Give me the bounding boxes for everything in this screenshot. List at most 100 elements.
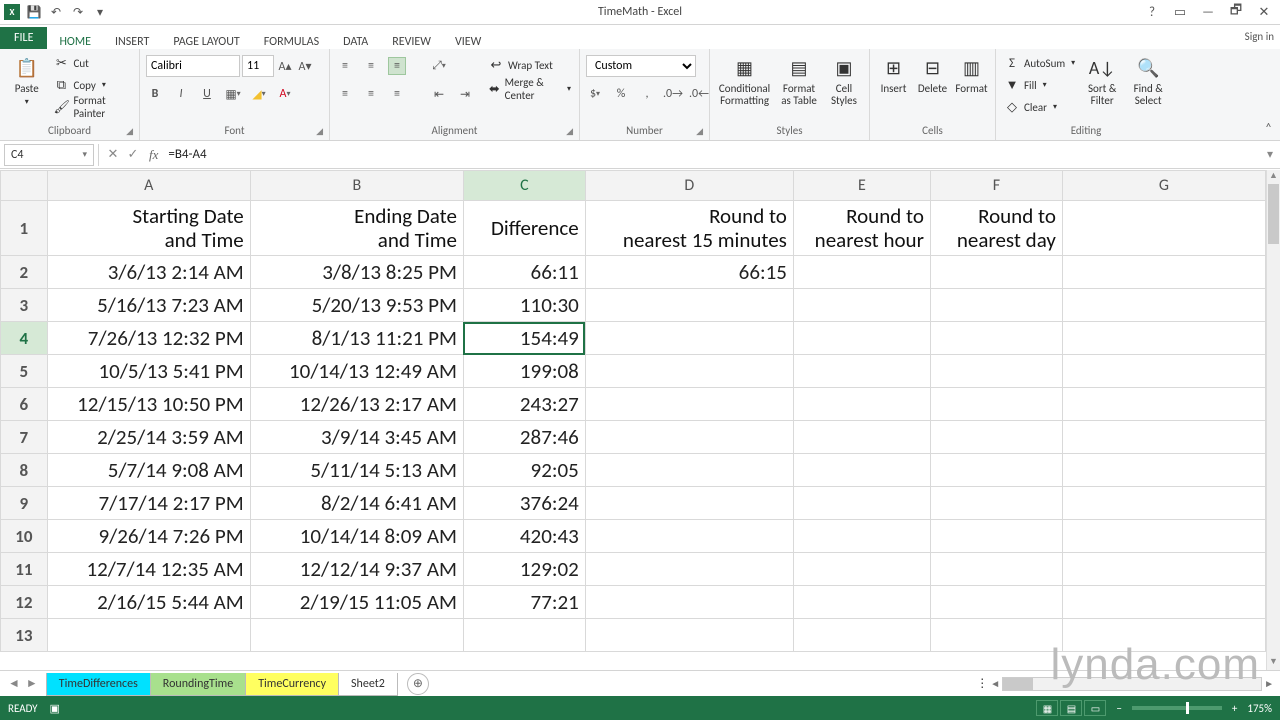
- sheet-tab-sheet2[interactable]: Sheet2: [338, 673, 398, 696]
- cell-C3[interactable]: 110:30: [463, 289, 585, 322]
- row-header-13[interactable]: 13: [1, 619, 48, 652]
- cell-C5[interactable]: 199:08: [463, 355, 585, 388]
- cell-D11[interactable]: [585, 553, 793, 586]
- cell-E3[interactable]: [793, 289, 930, 322]
- clipboard-launcher-icon[interactable]: ◢: [126, 126, 133, 137]
- increase-decimal-icon[interactable]: .0→: [664, 85, 682, 103]
- cell-G9[interactable]: [1062, 487, 1265, 520]
- cell-G8[interactable]: [1062, 454, 1265, 487]
- sort-filter-button[interactable]: A↓Sort & Filter: [1081, 51, 1123, 107]
- zoom-slider[interactable]: [1132, 706, 1222, 710]
- cell-D1[interactable]: Round tonearest 15 minutes: [585, 201, 793, 256]
- cell-A12[interactable]: 2/16/15 5:44 AM: [47, 586, 250, 619]
- cell-F1[interactable]: Round tonearest day: [930, 201, 1062, 256]
- row-header-1[interactable]: 1: [1, 201, 48, 256]
- row-header-3[interactable]: 3: [1, 289, 48, 322]
- fill-button[interactable]: ▼Fill▾: [1002, 75, 1077, 95]
- cell-E10[interactable]: [793, 520, 930, 553]
- number-launcher-icon[interactable]: ◢: [696, 126, 703, 137]
- font-color-button[interactable]: A: [276, 85, 294, 103]
- align-middle-icon[interactable]: ≡: [362, 57, 380, 75]
- cell-C1[interactable]: Difference: [463, 201, 585, 256]
- cell-A3[interactable]: 5/16/13 7:23 AM: [47, 289, 250, 322]
- row-header-11[interactable]: 11: [1, 553, 48, 586]
- cell-F7[interactable]: [930, 421, 1062, 454]
- delete-cells-button[interactable]: ⊟Delete: [915, 51, 950, 95]
- row-header-8[interactable]: 8: [1, 454, 48, 487]
- sheet-tab-roundingtime[interactable]: RoundingTime: [150, 673, 246, 696]
- cancel-formula-icon[interactable]: ✕: [103, 147, 123, 162]
- cell-B5[interactable]: 10/14/13 12:49 AM: [250, 355, 463, 388]
- row-header-6[interactable]: 6: [1, 388, 48, 421]
- hscroll-handle-icon[interactable]: ⋮: [976, 676, 988, 691]
- percent-format-icon[interactable]: %: [612, 85, 630, 103]
- worksheet-grid[interactable]: ABCDEFG1Starting Dateand TimeEnding Date…: [0, 170, 1266, 670]
- zoom-level[interactable]: 175%: [1247, 702, 1272, 715]
- cell-G11[interactable]: [1062, 553, 1265, 586]
- formula-input[interactable]: =B4-A4: [164, 147, 1260, 162]
- cell-E4[interactable]: [793, 322, 930, 355]
- cell-F3[interactable]: [930, 289, 1062, 322]
- align-center-icon[interactable]: ≡: [362, 85, 380, 103]
- row-header-7[interactable]: 7: [1, 421, 48, 454]
- row-header-9[interactable]: 9: [1, 487, 48, 520]
- merge-center-button[interactable]: ⬌Merge & Center▾: [486, 79, 573, 99]
- cell-G12[interactable]: [1062, 586, 1265, 619]
- sign-in-link[interactable]: Sign in: [1245, 30, 1274, 43]
- cell-G2[interactable]: [1062, 256, 1265, 289]
- cell-B11[interactable]: 12/12/14 9:37 AM: [250, 553, 463, 586]
- collapse-ribbon-icon[interactable]: ˄: [1265, 121, 1272, 136]
- page-break-view-icon[interactable]: ▭: [1084, 700, 1106, 716]
- conditional-formatting-button[interactable]: ▦Conditional Formatting: [716, 51, 773, 107]
- cell-G5[interactable]: [1062, 355, 1265, 388]
- ribbon-display-icon[interactable]: ▭: [1170, 5, 1190, 20]
- autosum-button[interactable]: ΣAutoSum▾: [1002, 53, 1077, 73]
- cell-E7[interactable]: [793, 421, 930, 454]
- cell-A4[interactable]: 7/26/13 12:32 PM: [47, 322, 250, 355]
- cell-D12[interactable]: [585, 586, 793, 619]
- cell-E9[interactable]: [793, 487, 930, 520]
- align-left-icon[interactable]: ≡: [336, 85, 354, 103]
- cell-B3[interactable]: 5/20/13 9:53 PM: [250, 289, 463, 322]
- cell-E8[interactable]: [793, 454, 930, 487]
- cell-G1[interactable]: [1062, 201, 1265, 256]
- name-box[interactable]: C4▾: [4, 144, 94, 166]
- cell-B9[interactable]: 8/2/14 6:41 AM: [250, 487, 463, 520]
- cell-F4[interactable]: [930, 322, 1062, 355]
- cell-A10[interactable]: 9/26/14 7:26 PM: [47, 520, 250, 553]
- cell-B13[interactable]: [250, 619, 463, 652]
- cell-E13[interactable]: [793, 619, 930, 652]
- cell-C2[interactable]: 66:11: [463, 256, 585, 289]
- cell-E12[interactable]: [793, 586, 930, 619]
- insert-cells-button[interactable]: ⊞Insert: [876, 51, 911, 95]
- cell-A8[interactable]: 5/7/14 9:08 AM: [47, 454, 250, 487]
- close-icon[interactable]: ✕: [1254, 5, 1274, 20]
- cell-D13[interactable]: [585, 619, 793, 652]
- increase-indent-icon[interactable]: ⇥: [456, 85, 474, 103]
- font-size-input[interactable]: [242, 55, 274, 77]
- decrease-decimal-icon[interactable]: .0←: [690, 85, 708, 103]
- cell-B1[interactable]: Ending Dateand Time: [250, 201, 463, 256]
- column-header-F[interactable]: F: [930, 171, 1062, 201]
- qat-customize-icon[interactable]: ▾: [92, 4, 108, 20]
- column-header-C[interactable]: C: [463, 171, 585, 201]
- cell-C12[interactable]: 77:21: [463, 586, 585, 619]
- sheet-tab-timecurrency[interactable]: TimeCurrency: [245, 673, 339, 696]
- cell-B2[interactable]: 3/8/13 8:25 PM: [250, 256, 463, 289]
- paste-button[interactable]: 📋 Paste ▾: [6, 51, 47, 107]
- find-select-button[interactable]: 🔍Find & Select: [1127, 51, 1169, 107]
- wrap-text-button[interactable]: ↩Wrap Text: [486, 55, 573, 75]
- expand-formula-bar-icon[interactable]: ▾: [1260, 147, 1280, 162]
- grow-font-icon[interactable]: A▴: [276, 57, 294, 75]
- cell-C6[interactable]: 243:27: [463, 388, 585, 421]
- cell-F2[interactable]: [930, 256, 1062, 289]
- cell-B10[interactable]: 10/14/14 8:09 AM: [250, 520, 463, 553]
- font-name-input[interactable]: [146, 55, 240, 77]
- cell-C10[interactable]: 420:43: [463, 520, 585, 553]
- row-header-12[interactable]: 12: [1, 586, 48, 619]
- cell-G4[interactable]: [1062, 322, 1265, 355]
- cell-A6[interactable]: 12/15/13 10:50 PM: [47, 388, 250, 421]
- cut-button[interactable]: ✂Cut: [51, 53, 133, 73]
- zoom-out-icon[interactable]: −: [1116, 702, 1121, 715]
- orientation-icon[interactable]: ⤢: [430, 57, 448, 75]
